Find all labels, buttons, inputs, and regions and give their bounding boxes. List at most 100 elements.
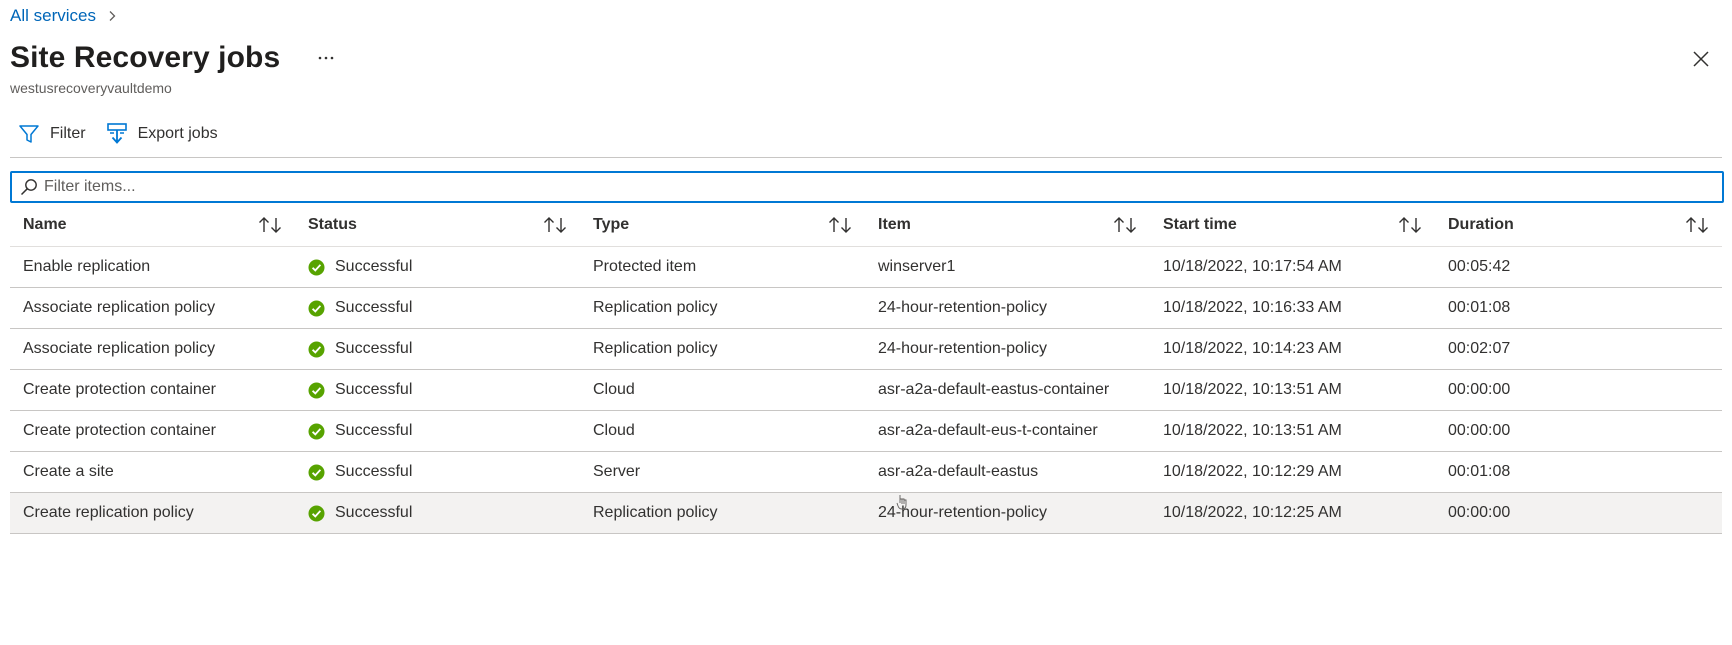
table-row[interactable]: Create replication policy Successful Rep… [10,493,1722,534]
cell-duration: 00:00:00 [1448,422,1511,439]
filter-items-input[interactable] [42,177,1706,197]
column-header-label: Name [23,216,67,233]
search-icon [20,178,38,196]
cell-name: Associate replication policy [23,299,216,316]
column-header-duration[interactable]: Duration [1435,215,1722,235]
title-row: Site Recovery jobs [10,38,342,78]
cell-start-time: 10/18/2022, 10:16:33 AM [1163,299,1342,316]
success-check-icon [308,464,325,481]
cell-status: Successful [295,340,580,358]
filter-button[interactable]: Filter [10,117,96,151]
cell-status: Successful [295,258,580,276]
filter-button-label: Filter [50,125,86,142]
toolbar-divider [10,157,1722,158]
column-header-label: Item [878,216,911,233]
export-jobs-label: Export jobs [137,125,218,142]
grid-header-row: Name Status Type Item Start time Duratio… [10,204,1722,247]
cell-type: Server [593,463,641,480]
table-row[interactable]: Create a site Successful Server asr-a2a-… [10,452,1722,493]
ellipsis-icon [318,56,334,60]
cell-start-time: 10/18/2022, 10:14:23 AM [1163,340,1342,357]
cell-item: 24-hour-retention-policy [878,340,1047,357]
toolbar: Filter Export jobs [10,116,228,152]
cell-type: Replication policy [593,504,718,521]
grid-body: Enable replication Successful Protected … [10,247,1722,534]
cell-status: Successful [295,381,580,399]
jobs-grid: Name Status Type Item Start time Duratio… [10,204,1722,534]
status-text: Successful [335,258,413,275]
cell-duration: 00:01:08 [1448,299,1511,316]
export-jobs-button[interactable]: Export jobs [98,117,228,151]
page-title: Site Recovery jobs [10,41,281,74]
funnel-icon [18,123,40,145]
cell-name: Create a site [23,463,114,480]
cell-start-time: 10/18/2022, 10:12:29 AM [1163,463,1342,480]
more-options-button[interactable] [310,42,342,74]
cell-duration: 00:05:42 [1448,258,1511,275]
cell-duration: 00:00:00 [1448,381,1511,398]
column-header-label: Status [308,216,357,233]
status-text: Successful [335,340,413,357]
table-row[interactable]: Create protection container Successful C… [10,411,1722,452]
export-icon [106,123,128,145]
cell-type: Protected item [593,258,697,275]
sort-arrows-icon[interactable] [1397,215,1423,235]
sort-arrows-icon[interactable] [542,215,568,235]
column-header-start-time[interactable]: Start time [1150,215,1435,235]
cell-start-time: 10/18/2022, 10:17:54 AM [1163,258,1342,275]
breadcrumb-all-services-link[interactable]: All services [10,6,96,26]
cell-type: Cloud [593,381,635,398]
success-check-icon [308,382,325,399]
cell-name: Create protection container [23,422,216,439]
cell-status: Successful [295,463,580,481]
column-header-name[interactable]: Name [10,215,295,235]
sort-arrows-icon[interactable] [257,215,283,235]
cell-status: Successful [295,299,580,317]
cell-name: Associate replication policy [23,340,216,357]
cell-item: asr-a2a-default-eastus [878,463,1039,480]
close-icon [1693,51,1709,67]
status-text: Successful [335,299,413,316]
sort-arrows-icon[interactable] [1684,215,1710,235]
sort-arrows-icon[interactable] [1112,215,1138,235]
column-header-type[interactable]: Type [580,215,865,235]
status-text: Successful [335,504,413,521]
cell-type: Replication policy [593,340,718,357]
page-subtitle: westusrecoveryvaultdemo [10,80,172,96]
column-header-label: Start time [1163,216,1237,233]
cell-start-time: 10/18/2022, 10:13:51 AM [1163,422,1342,439]
column-header-item[interactable]: Item [865,215,1150,235]
status-text: Successful [335,422,413,439]
success-check-icon [308,341,325,358]
cell-item: asr-a2a-default-eus-t-container [878,422,1098,439]
breadcrumb: All services [10,4,118,28]
success-check-icon [308,423,325,440]
table-row[interactable]: Enable replication Successful Protected … [10,247,1722,288]
cell-duration: 00:02:07 [1448,340,1511,357]
cell-start-time: 10/18/2022, 10:13:51 AM [1163,381,1342,398]
column-header-status[interactable]: Status [295,215,580,235]
cell-item: 24-hour-retention-policy [878,504,1047,521]
success-check-icon [308,505,325,522]
table-row[interactable]: Associate replication policy Successful … [10,329,1722,370]
sort-arrows-icon[interactable] [827,215,853,235]
cell-type: Cloud [593,422,635,439]
chevron-right-icon [106,10,118,22]
column-header-label: Type [593,216,630,233]
table-row[interactable]: Associate replication policy Successful … [10,288,1722,329]
cell-start-time: 10/18/2022, 10:12:25 AM [1163,504,1342,521]
cell-item: winserver1 [878,258,956,275]
cell-duration: 00:00:00 [1448,504,1511,521]
cell-name: Create protection container [23,381,216,398]
success-check-icon [308,259,325,276]
cell-name: Enable replication [23,258,151,275]
cell-status: Successful [295,422,580,440]
close-button[interactable] [1684,42,1718,76]
cell-status: Successful [295,504,580,522]
cell-type: Replication policy [593,299,718,316]
filter-items-box [10,171,1724,203]
table-row[interactable]: Create protection container Successful C… [10,370,1722,411]
cell-name: Create replication policy [23,504,194,521]
success-check-icon [308,300,325,317]
cell-item: asr-a2a-default-eastus-container [878,381,1110,398]
